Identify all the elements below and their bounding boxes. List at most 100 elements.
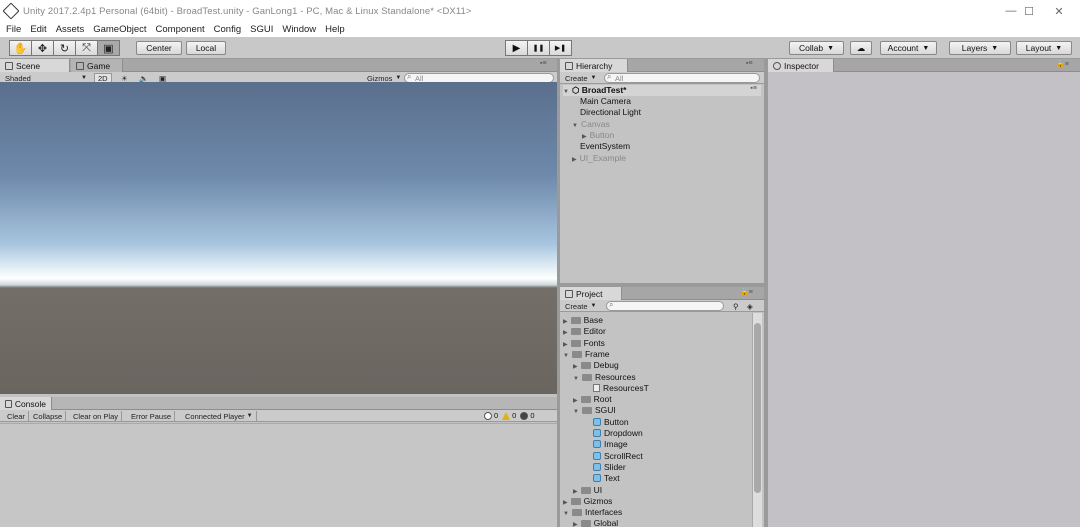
console-collapse-button[interactable]: Collapse — [30, 411, 67, 421]
project-lock-icon[interactable]: 🔒≡ — [740, 288, 753, 296]
warning-count[interactable]: 0 — [502, 411, 516, 420]
expand-arrow-icon[interactable]: ▼ — [572, 123, 578, 129]
hierarchy-item[interactable]: ▼ Canvas — [572, 119, 610, 129]
scale-tool-icon[interactable]: ⤧ — [75, 40, 98, 56]
project-scrollbar[interactable] — [752, 313, 762, 527]
project-item-label: Interfaces — [584, 507, 623, 518]
tab-scene[interactable]: Scene — [0, 59, 70, 72]
expand-arrow-icon[interactable]: ▼ — [573, 409, 579, 415]
transform-tools: ✋ ✥ ↻ ⤧ ▣ — [9, 40, 120, 56]
hierarchy-item[interactable]: ▶ Button — [582, 130, 614, 140]
scene-viewport[interactable] — [0, 82, 557, 394]
hierarchy-item[interactable]: Directional Light — [572, 107, 641, 117]
project-item[interactable]: ▶ Gizmos — [563, 496, 612, 506]
close-button[interactable]: ✕ — [1036, 0, 1080, 22]
project-item[interactable]: ▼ Resources — [573, 372, 636, 382]
expand-arrow-icon[interactable]: ▶ — [563, 500, 568, 506]
project-item[interactable]: Text — [583, 473, 620, 483]
info-count[interactable]: 0 — [484, 411, 498, 420]
project-item[interactable]: ▶ Global — [573, 518, 618, 527]
console-clear-button[interactable]: Clear — [4, 411, 29, 421]
scene-menu-icon[interactable]: ▪≡ — [750, 85, 757, 92]
hierarchy-item[interactable]: Main Camera — [572, 96, 631, 106]
menu-config[interactable]: Config — [214, 24, 241, 35]
filter-by-label-icon[interactable]: ◈ — [744, 301, 756, 311]
cloud-button[interactable]: ☁ — [850, 41, 872, 55]
project-item[interactable]: ▶ Root — [573, 394, 612, 404]
filter-by-type-icon[interactable]: ⚲ — [730, 301, 742, 311]
project-item[interactable]: ▶ Fonts — [563, 338, 605, 348]
menu-edit[interactable]: Edit — [30, 24, 46, 35]
console-error-pause-button[interactable]: Error Pause — [128, 411, 176, 421]
tab-project[interactable]: Project — [560, 287, 622, 300]
console-connected-player-button[interactable]: Connected Player ▼ — [182, 411, 257, 421]
expand-arrow-icon[interactable]: ▶ — [573, 489, 578, 495]
menu-component[interactable]: Component — [156, 24, 205, 35]
error-count[interactable]: 0 — [520, 411, 535, 420]
scene-root-row[interactable]: ▼ ⬡ BroadTest* ▪≡ — [563, 85, 761, 96]
play-button[interactable]: ▶ — [505, 40, 528, 56]
expand-arrow-icon[interactable]: ▶ — [572, 157, 577, 163]
expand-arrow-icon[interactable]: ▼ — [563, 353, 569, 359]
project-item[interactable]: Image — [583, 439, 628, 449]
layout-dropdown[interactable]: Layout ▼ — [1016, 41, 1072, 55]
pivot-center-button[interactable]: Center — [136, 41, 182, 55]
console-tabstrip: Console — [0, 397, 557, 410]
layers-dropdown[interactable]: Layers ▼ — [949, 41, 1011, 55]
menu-gameobject[interactable]: GameObject — [93, 24, 146, 35]
hierarchy-item[interactable]: EventSystem — [572, 141, 630, 151]
expand-arrow-icon[interactable]: ▶ — [582, 134, 587, 140]
hierarchy-menu-icon[interactable]: ▪≡ — [746, 60, 753, 67]
console-clear-on-play-button[interactable]: Clear on Play — [70, 411, 123, 421]
expand-arrow-icon[interactable]: ▶ — [563, 342, 568, 348]
tab-console[interactable]: Console — [0, 397, 52, 410]
menu-sgui[interactable]: SGUI — [250, 24, 273, 35]
expand-arrow-icon[interactable]: ▶ — [563, 319, 568, 325]
project-item[interactable]: ▶ UI — [573, 485, 602, 495]
move-tool-icon[interactable]: ✥ — [31, 40, 54, 56]
account-button[interactable]: Account ▼ — [880, 41, 937, 55]
hierarchy-search-input[interactable]: All — [604, 72, 760, 83]
project-item[interactable]: ▼ Frame — [563, 349, 610, 359]
hierarchy-create-dropdown[interactable]: Create ▼ — [562, 73, 599, 83]
project-create-dropdown[interactable]: Create ▼ — [562, 301, 599, 311]
expand-arrow-icon[interactable]: ▶ — [573, 364, 578, 370]
project-item[interactable]: Slider — [583, 462, 626, 472]
tab-game[interactable]: Game — [71, 59, 123, 72]
tab-hierarchy[interactable]: Hierarchy — [560, 59, 628, 72]
expand-arrow-icon[interactable]: ▶ — [573, 398, 578, 404]
project-item[interactable]: ▶ Debug — [573, 360, 619, 370]
project-scroll-thumb[interactable] — [754, 323, 761, 493]
rect-tool-icon[interactable]: ▣ — [97, 40, 120, 56]
panel-menu-icon[interactable]: ▪≡ — [540, 60, 547, 67]
expand-arrow-icon[interactable]: ▼ — [573, 376, 579, 382]
expand-arrow-icon[interactable]: ▶ — [573, 522, 578, 527]
menu-file[interactable]: File — [6, 24, 21, 35]
console-log-area[interactable] — [0, 423, 557, 527]
rotate-tool-icon[interactable]: ↻ — [53, 40, 76, 56]
pause-button[interactable]: ❚❚ — [527, 40, 550, 56]
folder-icon — [571, 509, 582, 517]
menu-assets[interactable]: Assets — [56, 24, 85, 35]
collab-button[interactable]: Collab ▼ — [789, 41, 844, 55]
menu-window[interactable]: Window — [282, 24, 316, 35]
menu-help[interactable]: Help — [325, 24, 345, 35]
project-search-input[interactable] — [606, 300, 724, 311]
project-item[interactable]: ▼ SGUI — [573, 405, 616, 415]
step-button[interactable]: ▶❚ — [549, 40, 572, 56]
folder-icon — [580, 362, 591, 370]
expand-arrow-icon[interactable]: ▼ — [563, 511, 569, 517]
project-item[interactable]: Dropdown — [583, 428, 643, 438]
project-item[interactable]: ScrollRect — [583, 451, 643, 461]
project-item[interactable]: ResourcesT — [583, 383, 649, 393]
tab-inspector[interactable]: Inspector — [768, 59, 834, 72]
expand-arrow-icon[interactable]: ▶ — [563, 330, 568, 336]
project-item[interactable]: ▼ Interfaces — [563, 507, 622, 517]
project-item[interactable]: ▶ Editor — [563, 326, 606, 336]
project-item[interactable]: Button — [583, 417, 629, 427]
hierarchy-item[interactable]: ▶ UI_Example — [572, 153, 626, 163]
pivot-local-button[interactable]: Local — [186, 41, 226, 55]
project-item[interactable]: ▶ Base — [563, 315, 603, 325]
inspector-lock-icon[interactable]: 🔒≡ — [1056, 60, 1069, 68]
hand-tool-icon[interactable]: ✋ — [9, 40, 32, 56]
